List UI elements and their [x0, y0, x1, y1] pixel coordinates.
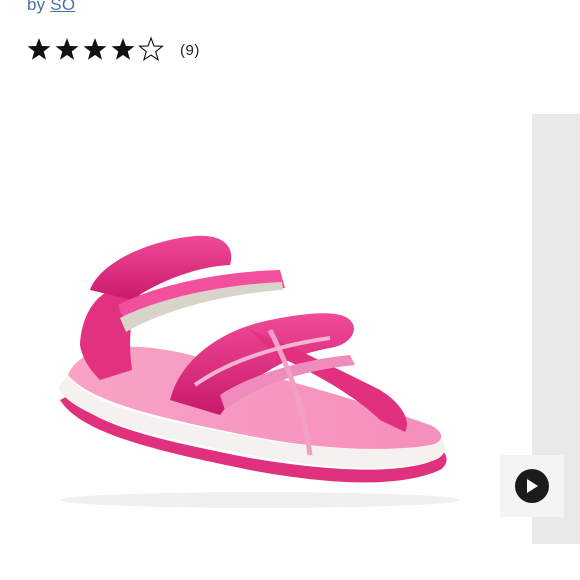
- review-count[interactable]: (9): [180, 42, 200, 59]
- play-button[interactable]: [515, 469, 549, 503]
- product-byline: by SO: [27, 0, 75, 15]
- star-empty-icon: [138, 36, 164, 61]
- star-filled-icon: [55, 38, 79, 60]
- star-rating[interactable]: (9): [27, 36, 200, 64]
- sandal-illustration: [58, 235, 460, 508]
- product-gallery: [0, 110, 580, 550]
- star-filled-icon: [27, 38, 51, 60]
- star-filled-icon: [83, 38, 107, 60]
- stars-icon: [27, 36, 164, 61]
- star-filled-icon: [111, 38, 135, 60]
- product-image[interactable]: [20, 170, 490, 530]
- video-thumbnail[interactable]: [500, 455, 564, 517]
- by-label: by: [27, 0, 46, 14]
- brand-link[interactable]: SO: [50, 0, 75, 14]
- play-icon: [527, 479, 538, 493]
